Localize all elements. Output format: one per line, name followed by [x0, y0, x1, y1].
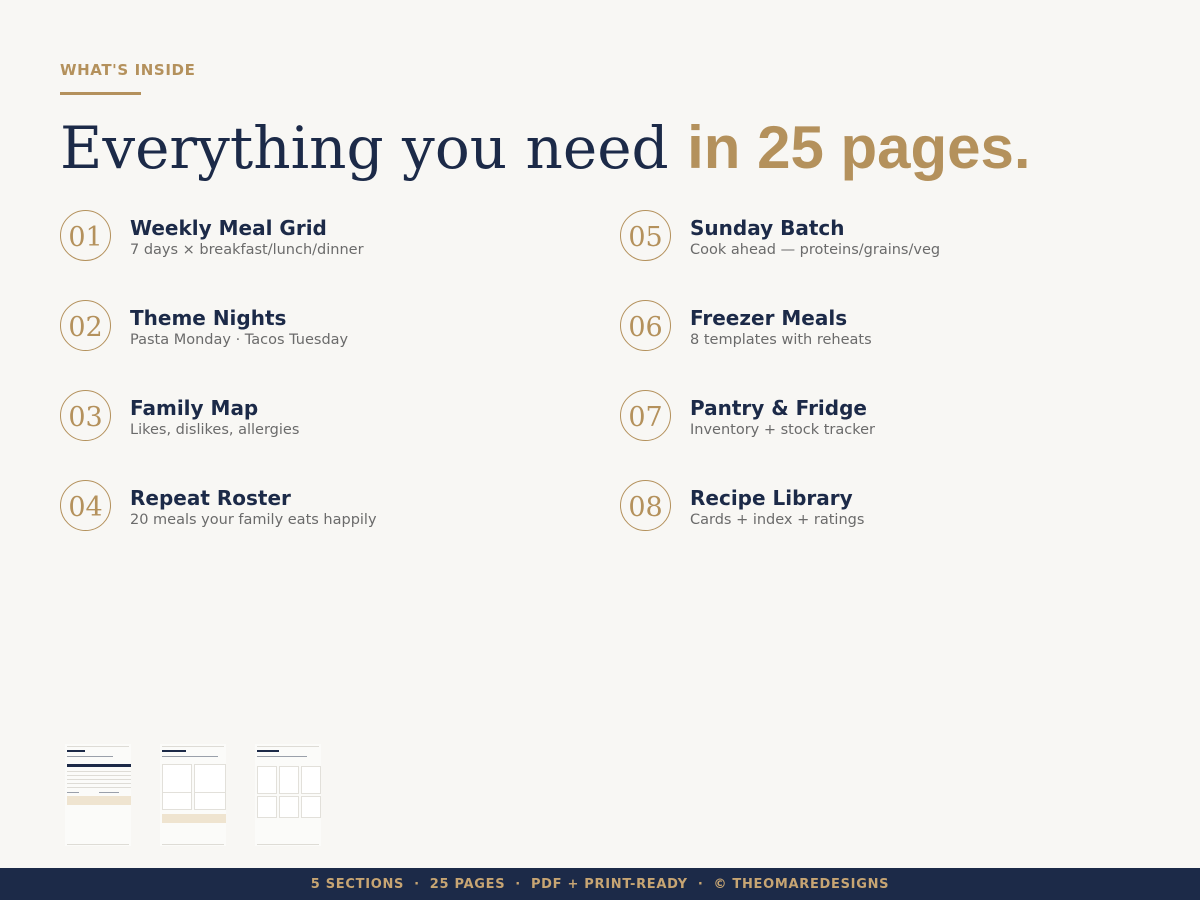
feature-description: Inventory + stock tracker: [690, 422, 875, 438]
headline-accent: in 25 pages.: [687, 114, 1031, 181]
feature-title: Freezer Meals: [690, 306, 848, 330]
feature-title: Sunday Batch: [690, 216, 845, 240]
feature-item: 02 Theme Nights Pasta Monday · Tacos Tue…: [60, 300, 580, 354]
number-badge: 03: [60, 390, 111, 441]
feature-description: Likes, dislikes, allergies: [130, 422, 300, 438]
feature-title: Recipe Library: [690, 486, 853, 510]
feature-item: 04 Repeat Roster 20 meals your family ea…: [60, 480, 580, 534]
number-badge: 02: [60, 300, 111, 351]
feature-description: Cards + index + ratings: [690, 512, 865, 528]
number-badge: 08: [620, 480, 671, 531]
footer-pages: 25 PAGES: [429, 876, 506, 892]
feature-description: Cook ahead — proteins/grains/veg: [690, 242, 941, 258]
number-badge: 06: [620, 300, 671, 351]
footer-copyright: © THEOMAREDESIGNS: [713, 876, 890, 892]
section-eyebrow: WHAT'S INSIDE: [60, 61, 196, 79]
feature-title: Family Map: [130, 396, 259, 420]
page-thumbnail-sunday-batch: [160, 744, 226, 846]
feature-title: Theme Nights: [130, 306, 287, 330]
headline-main: Everything you need: [60, 114, 688, 182]
footer-separator: ·: [697, 876, 704, 892]
eyebrow-underline: [60, 92, 141, 95]
feature-description: Pasta Monday · Tacos Tuesday: [130, 332, 349, 348]
feature-item: 08 Recipe Library Cards + index + rating…: [620, 480, 1140, 534]
feature-description: 7 days × breakfast/lunch/dinner: [130, 242, 364, 258]
footer-separator: ·: [515, 876, 521, 892]
page-thumbnail-smart-shopping: [255, 744, 321, 846]
feature-title: Repeat Roster: [130, 486, 291, 510]
feature-item: 03 Family Map Likes, dislikes, allergies: [60, 390, 580, 444]
feature-item: 07 Pantry & Fridge Inventory + stock tra…: [620, 390, 1140, 444]
footer-sections: 5 SECTIONS: [310, 876, 405, 892]
footer-bar: 5 SECTIONS · 25 PAGES · PDF + PRINT-READ…: [0, 868, 1200, 900]
feature-title: Pantry & Fridge: [690, 396, 867, 420]
number-badge: 07: [620, 390, 671, 441]
number-badge: 04: [60, 480, 111, 531]
feature-item: 06 Freezer Meals 8 templates with reheat…: [620, 300, 1140, 354]
footer-separator: ·: [414, 876, 420, 892]
number-badge: 01: [60, 210, 111, 261]
number-badge: 05: [620, 210, 671, 261]
feature-title: Weekly Meal Grid: [130, 216, 327, 240]
page-thumbnail-weekly-grid: [65, 744, 131, 846]
feature-item: 05 Sunday Batch Cook ahead — proteins/gr…: [620, 210, 1140, 264]
page-headline: Everything you need in 25 pages.: [60, 118, 1031, 178]
feature-description: 8 templates with reheats: [690, 332, 872, 348]
feature-item: 01 Weekly Meal Grid 7 days × breakfast/l…: [60, 210, 580, 264]
feature-description: 20 meals your family eats happily: [130, 512, 377, 528]
footer-format: PDF + PRINT-READY: [530, 876, 688, 892]
